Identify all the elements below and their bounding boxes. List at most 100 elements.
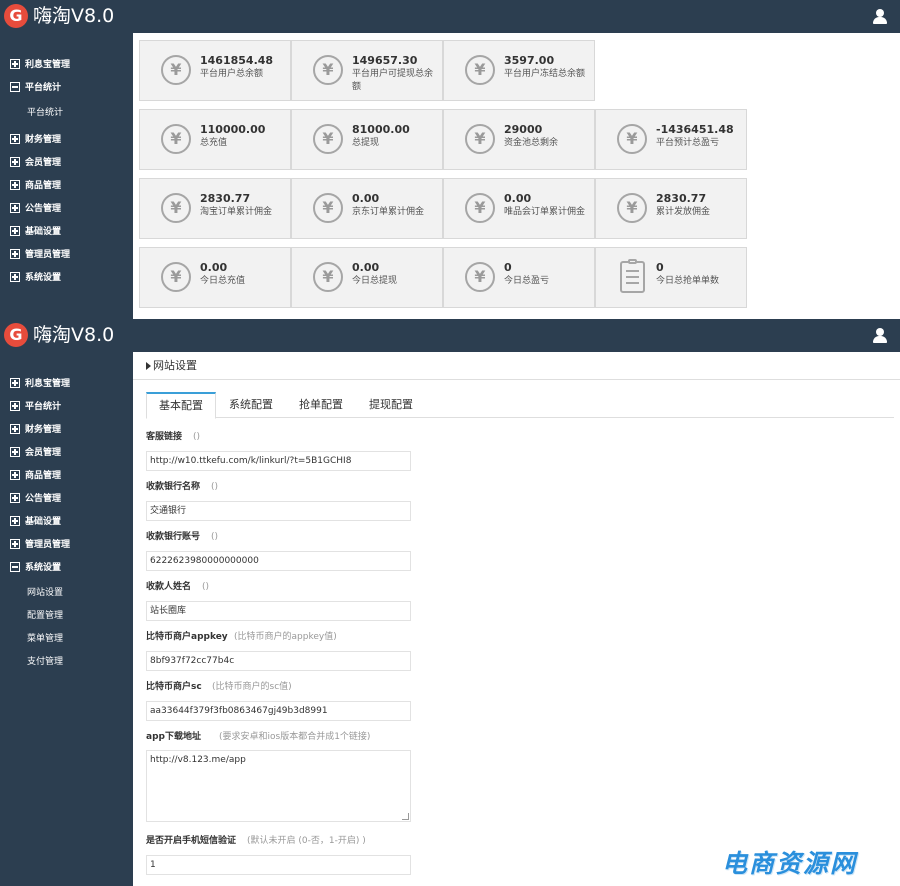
field-label-service-link: 客服链接 [146, 432, 183, 442]
sidebar-item-announcements[interactable]: 公告管理 [0, 200, 133, 220]
btc-appkey-input[interactable]: 8bf937f72cc77b4c [146, 651, 411, 671]
sidebar-subitem-menu-management[interactable]: 菜单管理 [27, 631, 63, 647]
sidebar-item-products[interactable]: 商品管理 [0, 467, 133, 487]
watermark-text: 电商资源网 [722, 849, 858, 878]
sidebar: 利息宝管理 平台统计 平台统计 财务管理 会员管理 商品管理 公告管理 基础设置… [0, 33, 133, 319]
sidebar-item-platform-stats[interactable]: 平台统计 [0, 79, 133, 99]
sidebar-item-basic-settings[interactable]: 基础设置 [0, 223, 133, 243]
sidebar-item-admins[interactable]: 管理员管理 [0, 536, 133, 556]
field-hint-payee-name: () [202, 582, 210, 592]
sidebar-item-finance[interactable]: 财务管理 [0, 421, 133, 441]
field-label-payee-name: 收款人姓名 [146, 582, 192, 592]
top-bar: G 嗨淘V8.0 [0, 0, 900, 33]
settings-tabs: 基本配置 系统配置 抢单配置 提现配置 [146, 392, 894, 419]
stat-card-frozen: ¥3597.00 平台用户冻结总余额 [443, 40, 595, 101]
stat-card-today-orders: 0 今日总抢单单数 [595, 247, 747, 308]
stat-card-total-recharge: ¥110000.00 总充值 [139, 109, 291, 170]
stat-card-taobao-commission: ¥2830.77 淘宝订单累计佣金 [139, 178, 291, 239]
expand-icon [10, 493, 20, 503]
field-label-sms-verification: 是否开启手机短信验证 [146, 836, 237, 846]
sidebar-item-system-settings[interactable]: 系统设置 [0, 269, 133, 289]
yen-coin-icon: ¥ [313, 262, 343, 292]
sidebar-item-members[interactable]: 会员管理 [0, 154, 133, 174]
tab-basic-config[interactable]: 基本配置 [146, 392, 216, 419]
app-title: 嗨淘V8.0 [33, 5, 115, 27]
sidebar-item-finance[interactable]: 财务管理 [0, 131, 133, 151]
sidebar-item-system-settings[interactable]: 系统设置 [0, 559, 133, 579]
tab-system-config[interactable]: 系统配置 [216, 392, 286, 418]
page-title: 网站设置 [153, 359, 197, 372]
expand-icon [10, 134, 20, 144]
stat-card-commission-paid: ¥2830.77 累计发放佣金 [595, 178, 747, 239]
field-hint-btc-sc: (比特币商户的sc值) [212, 682, 292, 692]
yen-coin-icon: ¥ [313, 124, 343, 154]
collapse-icon [10, 82, 20, 92]
tab-withdraw-config[interactable]: 提现配置 [356, 392, 426, 418]
sidebar-item-admins[interactable]: 管理员管理 [0, 246, 133, 266]
site-settings-screen: G 嗨淘V8.0 利息宝管理 平台统计 财务管理 会员管理 商品管理 公告管理 … [0, 319, 900, 886]
top-bar: G 嗨淘V8.0 [0, 319, 900, 352]
expand-icon [10, 272, 20, 282]
app-download-textarea[interactable]: http://v8.123.me/app [146, 750, 411, 822]
expand-icon [10, 401, 20, 411]
stat-card-profit-loss: ¥ -1436451.48 平台预计总盈亏 [595, 109, 747, 170]
btc-sc-input[interactable]: aa33644f379f3fb0863467gj49b3d8991 [146, 701, 411, 721]
yen-coin-icon: ¥ [465, 262, 495, 292]
expand-icon [10, 157, 20, 167]
sidebar-subitem-platform-stats[interactable]: 平台统计 [27, 105, 63, 121]
yen-coin-icon: ¥ [313, 193, 343, 223]
sidebar-item-basic-settings[interactable]: 基础设置 [0, 513, 133, 533]
app-logo: G [4, 4, 28, 28]
field-label-bank-name: 收款银行名称 [146, 482, 201, 492]
field-hint-service-link: () [193, 432, 201, 442]
stat-card-today-withdraw: ¥0.00 今日总提现 [291, 247, 443, 308]
expand-icon [10, 203, 20, 213]
sidebar-item-members[interactable]: 会员管理 [0, 444, 133, 464]
bank-account-input[interactable]: 6222623980000000000 [146, 551, 411, 571]
stat-card-total-balance: ¥1461854.48 平台用户总余额 [139, 40, 291, 101]
expand-icon [10, 516, 20, 526]
sidebar-item-products[interactable]: 商品管理 [0, 177, 133, 197]
sidebar: 利息宝管理 平台统计 财务管理 会员管理 商品管理 公告管理 基础设置 管理员管… [0, 352, 133, 886]
stat-card-jd-commission: ¥0.00 京东订单累计佣金 [291, 178, 443, 239]
payee-name-input[interactable]: 站长圈库 [146, 601, 411, 621]
field-hint-btc-appkey: (比特币商户的appkey值) [234, 632, 337, 642]
service-link-input[interactable]: http://w10.ttkefu.com/k/linkurl/?t=5B1GC… [146, 451, 411, 471]
sidebar-subitem-payment-management[interactable]: 支付管理 [27, 654, 63, 670]
expand-icon [10, 424, 20, 434]
app-title: 嗨淘V8.0 [33, 324, 115, 346]
yen-coin-icon: ¥ [465, 55, 495, 85]
tab-order-config[interactable]: 抢单配置 [286, 392, 356, 418]
expand-icon [10, 447, 20, 457]
bank-name-input[interactable]: 交通银行 [146, 501, 411, 521]
field-label-btc-appkey: 比特币商户appkey [146, 632, 228, 642]
stat-card-today-profit-loss: ¥0 今日总盈亏 [443, 247, 595, 308]
field-label-bank-account: 收款银行账号 [146, 532, 201, 542]
sidebar-item-platform-stats[interactable]: 平台统计 [0, 398, 133, 418]
expand-icon [10, 226, 20, 236]
yen-coin-icon: ¥ [617, 124, 647, 154]
sms-verification-input[interactable]: 1 [146, 855, 411, 875]
yen-coin-icon: ¥ [313, 55, 343, 85]
field-hint-bank-account: () [211, 532, 219, 542]
sidebar-item-interest[interactable]: 利息宝管理 [0, 56, 133, 76]
expand-icon [10, 180, 20, 190]
stats-screen: G 嗨淘V8.0 利息宝管理 平台统计 平台统计 财务管理 会员管理 商品管理 … [0, 0, 900, 319]
resize-handle-icon[interactable] [402, 813, 409, 820]
field-label-app-download: app下载地址 [146, 732, 201, 742]
sidebar-item-announcements[interactable]: 公告管理 [0, 490, 133, 510]
app-logo: G [4, 323, 28, 347]
sidebar-item-interest[interactable]: 利息宝管理 [0, 375, 133, 395]
user-icon[interactable] [872, 9, 888, 25]
sidebar-subitem-site-settings[interactable]: 网站设置 [27, 585, 63, 601]
caret-right-icon [146, 362, 151, 370]
sidebar-subitem-config-management[interactable]: 配置管理 [27, 608, 63, 624]
stat-card-today-recharge: ¥0.00 今日总充值 [139, 247, 291, 308]
field-hint-app-download: (要求安卓和ios版本都合并成1个链接) [219, 732, 371, 742]
expand-icon [10, 378, 20, 388]
yen-coin-icon: ¥ [161, 262, 191, 292]
user-icon[interactable] [872, 328, 888, 344]
clipboard-icon [620, 259, 645, 293]
yen-coin-icon: ¥ [161, 55, 191, 85]
stat-card-pool-remaining: ¥29000 资金池总剩余 [443, 109, 595, 170]
